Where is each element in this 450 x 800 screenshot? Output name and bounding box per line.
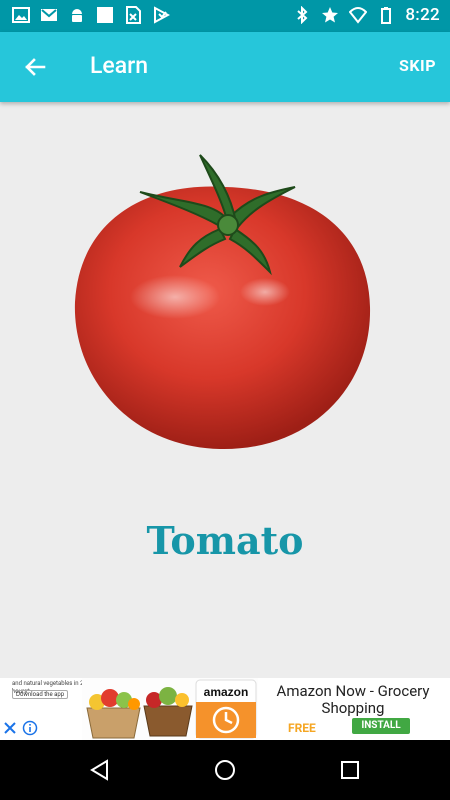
close-icon[interactable] (2, 720, 18, 736)
ad-download-link[interactable]: Download the app (12, 690, 69, 699)
back-arrow-icon[interactable] (20, 52, 50, 82)
bluetooth-icon (297, 6, 308, 24)
ad-title[interactable]: Amazon Now - Grocery Shopping (262, 683, 444, 717)
info-icon[interactable] (22, 720, 38, 736)
ad-install-button[interactable]: INSTALL (352, 718, 410, 734)
gmail-icon (41, 9, 57, 21)
recents-nav-icon[interactable] (338, 758, 362, 782)
battery-icon (381, 7, 392, 24)
ad-grocery-image[interactable]: amazon (82, 678, 258, 740)
ad-price: FREE (288, 721, 316, 735)
navigation-bar (0, 740, 450, 800)
image-icon (12, 7, 30, 23)
star-icon (322, 7, 339, 23)
back-nav-icon[interactable] (88, 758, 112, 782)
play-store-icon (154, 6, 170, 24)
clock: 8:22 (405, 5, 440, 25)
app-bar: Learn SKIP (0, 32, 450, 102)
learn-card: Tomato (0, 102, 450, 678)
sheets-icon (126, 6, 141, 24)
android-icon (72, 9, 82, 22)
ad-brand-logo: amazon (204, 685, 249, 699)
tomato-image (74, 154, 371, 450)
item-label: Tomato (146, 518, 304, 563)
wifi-icon (349, 7, 368, 24)
blank-notification-icon (97, 7, 113, 23)
home-nav-icon[interactable] (213, 758, 237, 782)
page-title: Learn (90, 52, 149, 79)
skip-button[interactable]: SKIP (399, 56, 436, 75)
ad-banner[interactable]: and natural vegetables in 2 hours* Downl… (0, 678, 450, 740)
status-bar: 8:22 (0, 0, 450, 32)
